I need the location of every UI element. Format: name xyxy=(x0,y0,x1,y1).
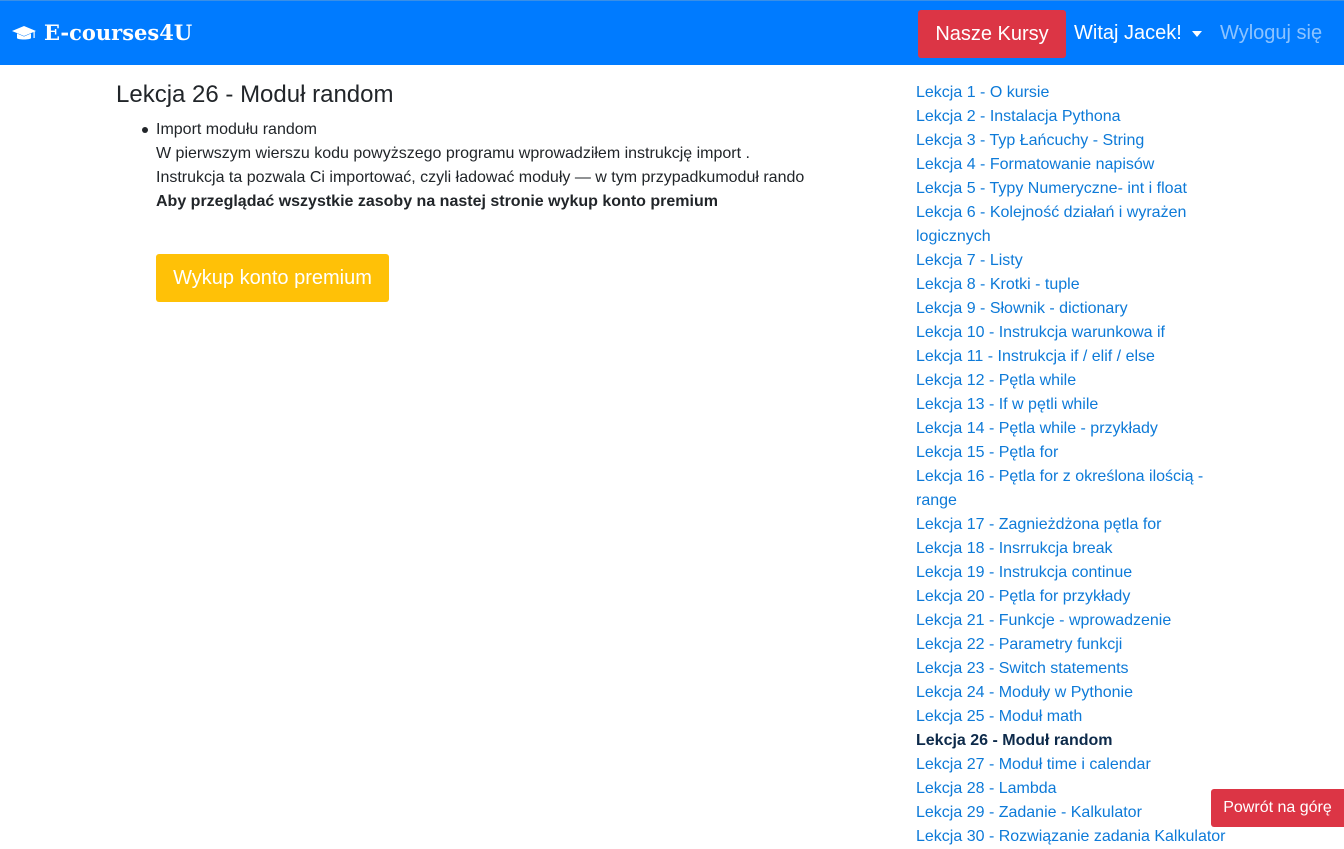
sidebar-item-lesson-14: Lekcja 14 - Pętla while - przykłady xyxy=(916,417,1228,441)
sidebar-item-lesson-16: Lekcja 16 - Pętla for z określona ilości… xyxy=(916,465,1228,513)
sidebar-link-lesson-7[interactable]: Lekcja 7 - Listy xyxy=(916,252,1023,269)
sidebar-item-lesson-3: Lekcja 3 - Typ Łańcuchy - String xyxy=(916,129,1228,153)
sidebar-link-lesson-17[interactable]: Lekcja 17 - Zagnieżdżona pętla for xyxy=(916,516,1161,533)
sidebar-item-lesson-20: Lekcja 20 - Pętla for przykłady xyxy=(916,585,1228,609)
buy-premium-button[interactable]: Wykup konto premium xyxy=(156,254,389,302)
caret-down-icon xyxy=(1191,31,1202,37)
top-navbar: E-courses4U Nasze Kursy Witaj Jacek! Wyl… xyxy=(0,0,1344,65)
sidebar-link-lesson-18[interactable]: Lekcja 18 - Insrrukcja break xyxy=(916,540,1113,557)
sidebar-item-lesson-29: Lekcja 29 - Zadanie - Kalkulator xyxy=(916,801,1228,825)
sidebar-item-lesson-19: Lekcja 19 - Instrukcja continue xyxy=(916,561,1228,585)
sidebar-link-lesson-20[interactable]: Lekcja 20 - Pętla for przykłady xyxy=(916,588,1130,605)
sidebar-link-lesson-26[interactable]: Lekcja 26 - Moduł random xyxy=(916,732,1112,749)
sidebar-link-lesson-16[interactable]: Lekcja 16 - Pętla for z określona ilości… xyxy=(916,468,1203,509)
sidebar-item-lesson-7: Lekcja 7 - Listy xyxy=(916,249,1228,273)
sidebar-link-lesson-22[interactable]: Lekcja 22 - Parametry funkcji xyxy=(916,636,1122,653)
premium-note: Aby przeglądać wszystkie zasoby na naste… xyxy=(156,193,718,210)
bullet-title: Import modułu random xyxy=(156,121,317,138)
sidebar-item-lesson-12: Lekcja 12 - Pętla while xyxy=(916,369,1228,393)
bullet-icon xyxy=(142,127,148,133)
sidebar-item-lesson-10: Lekcja 10 - Instrukcja warunkowa if xyxy=(916,321,1228,345)
sidebar-link-lesson-25[interactable]: Lekcja 25 - Moduł math xyxy=(916,708,1082,725)
sidebar-link-lesson-8[interactable]: Lekcja 8 - Krotki - tuple xyxy=(916,276,1080,293)
sidebar-link-lesson-27[interactable]: Lekcja 27 - Moduł time i calendar xyxy=(916,756,1151,773)
lesson-text-line-2: Instrukcja ta pozwala Ci importować, czy… xyxy=(156,169,805,186)
sidebar-link-lesson-21[interactable]: Lekcja 21 - Funkcje - wprowadzenie xyxy=(916,612,1171,629)
sidebar-link-lesson-2[interactable]: Lekcja 2 - Instalacja Pythona xyxy=(916,108,1121,125)
sidebar-item-lesson-11: Lekcja 11 - Instrukcja if / elif / else xyxy=(916,345,1228,369)
sidebar-link-lesson-14[interactable]: Lekcja 14 - Pętla while - przykłady xyxy=(916,420,1158,437)
greeting-label: Witaj Jacek! xyxy=(1074,22,1182,44)
logout-link[interactable]: Wyloguj się xyxy=(1220,21,1322,45)
sidebar-item-lesson-23: Lekcja 23 - Switch statements xyxy=(916,657,1228,681)
sidebar-item-lesson-21: Lekcja 21 - Funkcje - wprowadzenie xyxy=(916,609,1228,633)
lesson-list-sidebar: Lekcja 1 - O kursie Lekcja 2 - Instalacja… xyxy=(916,81,1228,849)
sidebar-item-lesson-1: Lekcja 1 - O kursie xyxy=(916,81,1228,105)
sidebar-link-lesson-24[interactable]: Lekcja 24 - Moduły w Pythonie xyxy=(916,684,1133,701)
sidebar-link-lesson-19[interactable]: Lekcja 19 - Instrukcja continue xyxy=(916,564,1132,581)
sidebar-link-lesson-5[interactable]: Lekcja 5 - Typy Numeryczne- int i float xyxy=(916,180,1187,197)
lesson-bullet-item: Import modułu random W pierwszym wierszu… xyxy=(138,118,858,214)
lesson-title: Lekcja 26 - Moduł random xyxy=(116,81,394,108)
sidebar-item-lesson-18: Lekcja 18 - Insrrukcja break xyxy=(916,537,1228,561)
sidebar-link-lesson-4[interactable]: Lekcja 4 - Formatowanie napisów xyxy=(916,156,1154,173)
sidebar-link-lesson-28[interactable]: Lekcja 28 - Lambda xyxy=(916,780,1057,797)
sidebar-link-lesson-3[interactable]: Lekcja 3 - Typ Łańcuchy - String xyxy=(916,132,1144,149)
sidebar-item-lesson-9: Lekcja 9 - Słownik - dictionary xyxy=(916,297,1228,321)
sidebar-link-lesson-11[interactable]: Lekcja 11 - Instrukcja if / elif / else xyxy=(916,348,1155,365)
sidebar-link-lesson-12[interactable]: Lekcja 12 - Pętla while xyxy=(916,372,1076,389)
sidebar-link-lesson-10[interactable]: Lekcja 10 - Instrukcja warunkowa if xyxy=(916,324,1165,341)
sidebar-link-lesson-1[interactable]: Lekcja 1 - O kursie xyxy=(916,84,1049,101)
sidebar-item-lesson-26: Lekcja 26 - Moduł random xyxy=(916,729,1228,753)
sidebar-link-lesson-6[interactable]: Lekcja 6 - Kolejność działań i wyrażen l… xyxy=(916,204,1186,245)
sidebar-item-lesson-30: Lekcja 30 - Rozwiązanie zadania Kalkulat… xyxy=(916,825,1228,849)
sidebar-link-lesson-9[interactable]: Lekcja 9 - Słownik - dictionary xyxy=(916,300,1128,317)
sidebar-item-lesson-28: Lekcja 28 - Lambda xyxy=(916,777,1228,801)
sidebar-item-lesson-15: Lekcja 15 - Pętla for xyxy=(916,441,1228,465)
sidebar-link-lesson-23[interactable]: Lekcja 23 - Switch statements xyxy=(916,660,1129,677)
sidebar-item-lesson-22: Lekcja 22 - Parametry funkcji xyxy=(916,633,1228,657)
lesson-content: Import modułu random W pierwszym wierszu… xyxy=(138,118,858,214)
sidebar-item-lesson-8: Lekcja 8 - Krotki - tuple xyxy=(916,273,1228,297)
sidebar-item-lesson-27: Lekcja 27 - Moduł time i calendar xyxy=(916,753,1228,777)
user-menu-dropdown[interactable]: Witaj Jacek! xyxy=(1074,21,1202,45)
sidebar-item-lesson-25: Lekcja 25 - Moduł math xyxy=(916,705,1228,729)
sidebar-link-lesson-13[interactable]: Lekcja 13 - If w pętli while xyxy=(916,396,1098,413)
sidebar-item-lesson-13: Lekcja 13 - If w pętli while xyxy=(916,393,1228,417)
sidebar-link-lesson-29[interactable]: Lekcja 29 - Zadanie - Kalkulator xyxy=(916,804,1142,821)
back-to-top-button[interactable]: Powrót na górę xyxy=(1211,789,1344,827)
lesson-text-line-1: W pierwszym wierszu kodu powyższego prog… xyxy=(156,145,750,162)
brand-name: E-courses4U xyxy=(44,20,193,45)
sidebar-item-lesson-6: Lekcja 6 - Kolejność działań i wyrażen l… xyxy=(916,201,1228,249)
sidebar-item-lesson-5: Lekcja 5 - Typy Numeryczne- int i float xyxy=(916,177,1228,201)
sidebar-item-lesson-17: Lekcja 17 - Zagnieżdżona pętla for xyxy=(916,513,1228,537)
sidebar-item-lesson-2: Lekcja 2 - Instalacja Pythona xyxy=(916,105,1228,129)
our-courses-button[interactable]: Nasze Kursy xyxy=(918,10,1066,58)
graduation-cap-icon xyxy=(12,24,36,42)
brand-link[interactable]: E-courses4U xyxy=(12,21,192,45)
sidebar-link-lesson-15[interactable]: Lekcja 15 - Pętla for xyxy=(916,444,1058,461)
sidebar-link-lesson-30[interactable]: Lekcja 30 - Rozwiązanie zadania Kalkulat… xyxy=(916,828,1226,845)
sidebar-item-lesson-4: Lekcja 4 - Formatowanie napisów xyxy=(916,153,1228,177)
sidebar-item-lesson-24: Lekcja 24 - Moduły w Pythonie xyxy=(916,681,1228,705)
